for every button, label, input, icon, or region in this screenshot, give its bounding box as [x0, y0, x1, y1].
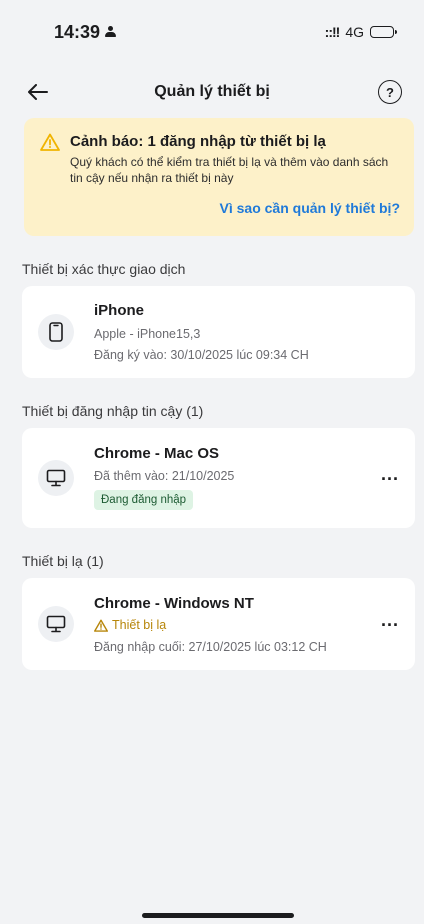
- help-button[interactable]: ?: [378, 80, 402, 104]
- person-icon: [105, 26, 117, 38]
- battery-icon: [370, 26, 397, 38]
- why-manage-link[interactable]: Vì sao cần quản lý thiết bị?: [220, 200, 400, 216]
- device-name: Chrome - Mac OS: [94, 445, 220, 462]
- device-registered: Đăng ký vào: 30/10/2025 lúc 09:34 CH: [94, 348, 309, 362]
- status-right: ::!! 4G: [324, 24, 397, 40]
- more-options-button[interactable]: ...: [381, 610, 399, 631]
- device-icon-wrap: [38, 606, 74, 642]
- home-indicator[interactable]: [142, 913, 294, 918]
- device-card-iphone[interactable]: iPhone Apple - iPhone15,3 Đăng ký vào: 3…: [22, 286, 415, 378]
- arrow-left-icon: [28, 84, 48, 100]
- warning-icon: [40, 133, 60, 151]
- more-options-button[interactable]: ...: [381, 464, 399, 485]
- back-button[interactable]: [26, 80, 50, 104]
- status-time: 14:39: [54, 21, 101, 42]
- phone-icon: [49, 322, 63, 342]
- signal-icon: ::!!: [324, 24, 341, 40]
- alert-title: Cảnh báo: 1 đăng nhập từ thiết bị lạ: [70, 133, 326, 150]
- device-card-chrome-mac[interactable]: Chrome - Mac OS Đã thêm vào: 21/10/2025 …: [22, 428, 415, 528]
- device-icon-wrap: [38, 314, 74, 350]
- device-icon-wrap: [38, 460, 74, 496]
- warning-alert: Cảnh báo: 1 đăng nhập từ thiết bị lạ Quý…: [24, 118, 414, 236]
- warning-icon: [94, 619, 108, 632]
- device-name: iPhone: [94, 302, 145, 319]
- page-title: Quản lý thiết bị: [154, 83, 270, 100]
- status-bar: 14:39 ::!! 4G: [0, 0, 424, 64]
- device-card-chrome-windows[interactable]: Chrome - Windows NT Thiết bị lạ Đăng nhậ…: [22, 578, 415, 670]
- strange-device-warning: Thiết bị lạ: [94, 618, 166, 632]
- device-name: Chrome - Windows NT: [94, 595, 254, 612]
- monitor-icon: [46, 615, 66, 633]
- device-model: Apple - iPhone15,3: [94, 327, 201, 341]
- device-last-login: Đăng nhập cuối: 27/10/2025 lúc 03:12 CH: [94, 640, 327, 654]
- section-title-transaction: Thiết bị xác thực giao dịch: [22, 261, 186, 277]
- section-title-strange: Thiết bị lạ (1): [22, 553, 104, 569]
- status-badge: Đang đăng nhập: [94, 490, 194, 510]
- status-time-wrap: 14:39: [54, 21, 117, 43]
- alert-description: Quý khách có thể kiểm tra thiết bị lạ và…: [70, 155, 389, 185]
- monitor-icon: [46, 469, 66, 487]
- device-added-date: Đã thêm vào: 21/10/2025: [94, 469, 235, 483]
- nav-bar: Quản lý thiết bị ?: [0, 72, 424, 112]
- section-title-trusted: Thiết bị đăng nhập tin cậy (1): [22, 403, 204, 419]
- network-label: 4G: [345, 24, 364, 40]
- warning-label: Thiết bị lạ: [112, 618, 167, 632]
